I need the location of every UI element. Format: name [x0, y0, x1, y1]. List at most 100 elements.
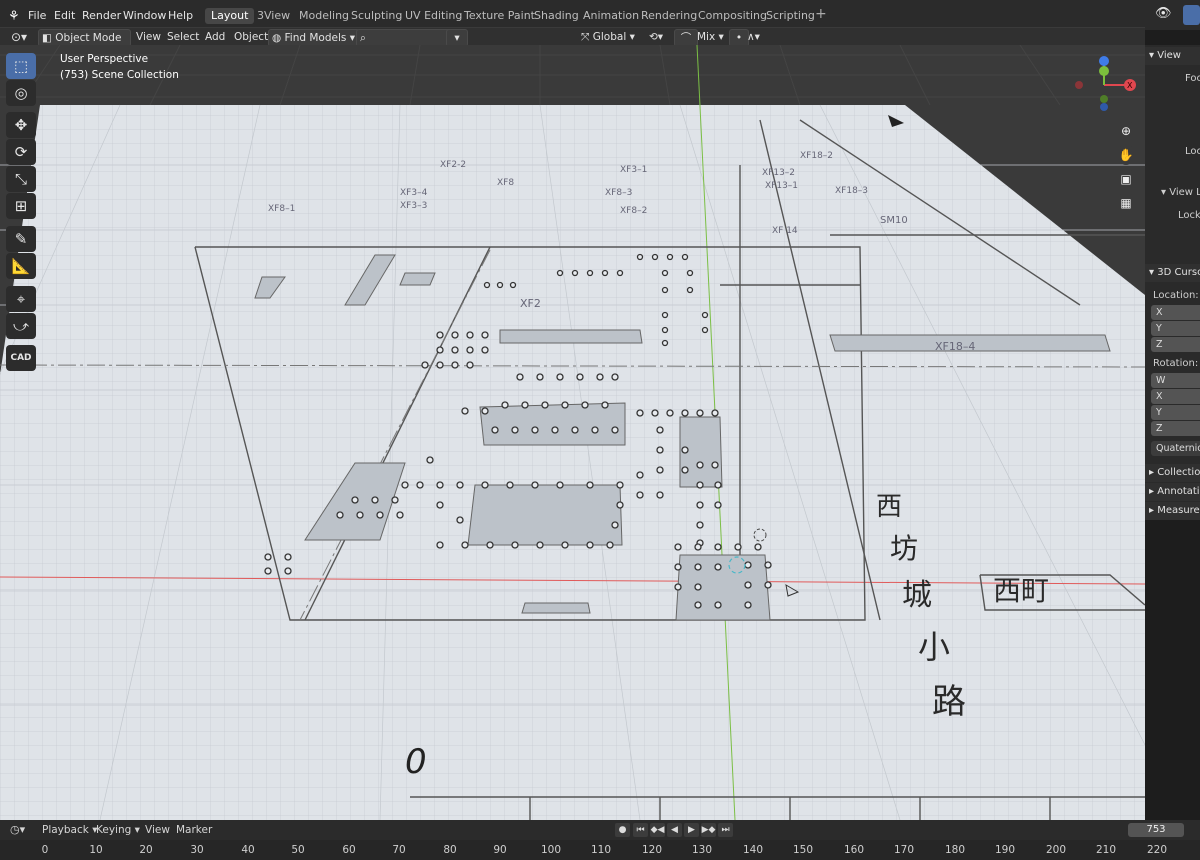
street-char-5: 路 — [932, 682, 966, 722]
panel-annotations-header[interactable]: ▸ Annotations — [1145, 483, 1200, 501]
marker-menu[interactable]: Marker — [176, 824, 212, 836]
panel-3d-cursor-header[interactable]: ▾ 3D Cursor — [1145, 264, 1200, 282]
cad-tool-icon[interactable]: CAD — [6, 345, 36, 371]
play-icon[interactable]: ▶ — [684, 823, 699, 837]
next-keyframe-icon[interactable]: ▶◆ — [701, 823, 716, 837]
tool-shelf: ⬚ ◎ ✥ ⟳ ⤡ ⊞ ✎ 📐 ⌖ ⤻ CAD — [0, 45, 40, 820]
chevron-down-icon: ▾ — [718, 31, 724, 43]
camera-view-icon[interactable]: ▣ — [1116, 169, 1136, 189]
jump-start-icon[interactable]: ⏮ — [633, 823, 648, 837]
snap-mode-dropdown[interactable]: Mix ▾ — [694, 29, 727, 45]
snap-mode-label: Mix — [697, 31, 716, 43]
lock-label: Lock — [1178, 210, 1200, 221]
cursor-rotation-y-field[interactable]: Y — [1151, 405, 1200, 420]
cursor-rotation-z-field[interactable]: Z — [1151, 421, 1200, 436]
record-icon[interactable]: ● — [615, 823, 630, 837]
tab-3view[interactable]: 3View — [251, 8, 296, 24]
chevron-down-icon: ▾ — [349, 32, 355, 44]
tab-layout[interactable]: Layout — [205, 8, 255, 24]
plan-label-xf3-1: XF3–1 — [620, 165, 647, 175]
object-mode-icon: ◧ — [42, 32, 52, 44]
editor-type-icon[interactable]: ⊙▾ — [8, 29, 30, 45]
3d-viewport[interactable]: XF2 XF18–4 SM10 XF8–2 XF 14 XF8–3 XF3–4 … — [0, 45, 1145, 820]
plan-label-sm10: SM10 — [880, 215, 908, 226]
jump-end-icon[interactable]: ⏭ — [718, 823, 733, 837]
blender-logo-icon[interactable]: ⚘ — [8, 9, 20, 24]
snap-utility-icon[interactable]: ⌖ — [6, 286, 36, 312]
prev-keyframe-icon[interactable]: ◆◀ — [650, 823, 665, 837]
panel-measureit-header[interactable]: ▸ MeasureIt — [1145, 502, 1200, 520]
clock-icon[interactable]: ◷▾ — [10, 823, 25, 836]
pivot-point-icon[interactable]: ⟲▾ — [646, 29, 666, 45]
annotate-tool-icon[interactable]: ✎ — [6, 226, 36, 252]
add-workspace-icon[interactable]: + — [815, 6, 827, 22]
street-char-1: 西 — [876, 492, 902, 522]
rotate-tool-icon[interactable]: ⟳ — [6, 139, 36, 165]
transform-tool-icon[interactable]: ⊞ — [6, 193, 36, 219]
cursor-location-z-field[interactable]: Z — [1151, 337, 1200, 352]
tab-scripting[interactable]: Scripting — [760, 8, 821, 24]
top-menu-bar: ⚘ File Edit Render Window Help Layout 3V… — [0, 0, 1200, 30]
gizmo-y-icon — [1099, 66, 1109, 76]
cursor-tool-icon[interactable]: ◎ — [6, 80, 36, 106]
frame-ruler[interactable]: 0 10 20 30 40 50 60 70 80 90 100 110 120… — [0, 840, 1200, 860]
playback-menu[interactable]: Playback ▾ — [42, 824, 97, 836]
grid-ortho-icon[interactable]: ▦ — [1116, 193, 1136, 213]
menu-object[interactable]: Object — [231, 29, 271, 45]
lock-to-object-label: Loc — [1185, 146, 1200, 157]
move-tool-icon[interactable]: ✥ — [6, 112, 36, 138]
street-label-nishimachi: 西町 — [993, 574, 1049, 607]
mode-label: Object Mode — [55, 32, 122, 44]
view-lock-header[interactable]: ▾ View L — [1161, 187, 1200, 198]
scene-icon[interactable]: 👁 — [1155, 6, 1172, 21]
plan-label-xf2-2: XF2-2 — [440, 160, 466, 170]
panel-view-header[interactable]: ▾ View — [1145, 47, 1200, 65]
plan-label-xf8-2: XF8–2 — [620, 206, 647, 216]
scale-zero-label: 0 — [405, 742, 427, 782]
play-reverse-icon[interactable]: ◀ — [667, 823, 682, 837]
menu-edit[interactable]: Edit — [54, 9, 75, 22]
menu-window[interactable]: Window — [123, 9, 166, 22]
plan-label-xf18-3: XF18–3 — [835, 186, 868, 196]
viewport-header: ⊙▾ ◧ Object Mode ▾ View Select Add Objec… — [0, 27, 1145, 60]
plan-label-xf13-2: XF13–2 — [762, 168, 795, 178]
plan-label-xf8-3: XF8–3 — [605, 188, 632, 198]
zoom-icon[interactable]: ⊕ — [1116, 121, 1136, 141]
timeline-header: ◷▾ Playback ▾ Keying ▾ View Marker ● ⏮ ◆… — [0, 820, 1200, 840]
current-frame-field[interactable]: 753 — [1128, 823, 1184, 837]
keying-menu[interactable]: Keying ▾ — [96, 824, 140, 836]
orientation-icon: ⤧ — [581, 31, 590, 43]
chevron-down-icon: ▾ — [629, 31, 635, 43]
plan-label-xf2: XF2 — [520, 297, 541, 310]
menu-add[interactable]: Add — [202, 29, 228, 45]
menu-file[interactable]: File — [28, 9, 46, 22]
cursor-location-x-field[interactable]: X — [1151, 305, 1200, 320]
menu-select[interactable]: Select — [164, 29, 202, 45]
select-box-icon[interactable]: ⬚ — [6, 53, 36, 79]
sidebar-panel: ▾ View Foc Loc ▾ View L Lock ▾ 3D Cursor… — [1145, 45, 1200, 520]
street-char-3: 城 — [902, 578, 932, 613]
menu-view[interactable]: View — [133, 29, 164, 45]
cursor-rotation-w-field[interactable]: W — [1151, 373, 1200, 388]
render-layer-icon[interactable] — [1183, 5, 1200, 25]
rotation-mode-dropdown[interactable]: Quaternion — [1151, 441, 1200, 456]
navigation-gizmo[interactable]: X — [1068, 55, 1140, 127]
cursor-rotation-x-field[interactable]: X — [1151, 389, 1200, 404]
scale-tool-icon[interactable]: ⤡ — [6, 166, 36, 192]
plan-label-xf14: XF 14 — [772, 226, 798, 236]
measure-tool-icon[interactable]: 📐 — [6, 253, 36, 279]
curve-tool-icon[interactable]: ⤻ — [6, 313, 36, 339]
timeline-view-menu[interactable]: View — [145, 824, 170, 836]
menu-help[interactable]: Help — [168, 9, 193, 22]
menu-render[interactable]: Render — [82, 9, 121, 22]
cursor-location-y-field[interactable]: Y — [1151, 321, 1200, 336]
plan-label-xf8: XF8 — [497, 178, 514, 188]
globe-icon: ◍ — [272, 32, 282, 44]
falloff-icon[interactable]: ∧▾ — [744, 29, 763, 45]
plan-label-xf13-1: XF13–1 — [765, 181, 798, 191]
panel-collections-header[interactable]: ▸ Collections — [1145, 464, 1200, 482]
plan-label-xf3-4: XF3–4 — [400, 188, 428, 198]
pan-hand-icon[interactable]: ✋ — [1116, 145, 1136, 165]
focal-length-label: Foc — [1185, 73, 1200, 84]
transform-orientation-dropdown[interactable]: ⤧ Global ▾ — [578, 29, 638, 45]
